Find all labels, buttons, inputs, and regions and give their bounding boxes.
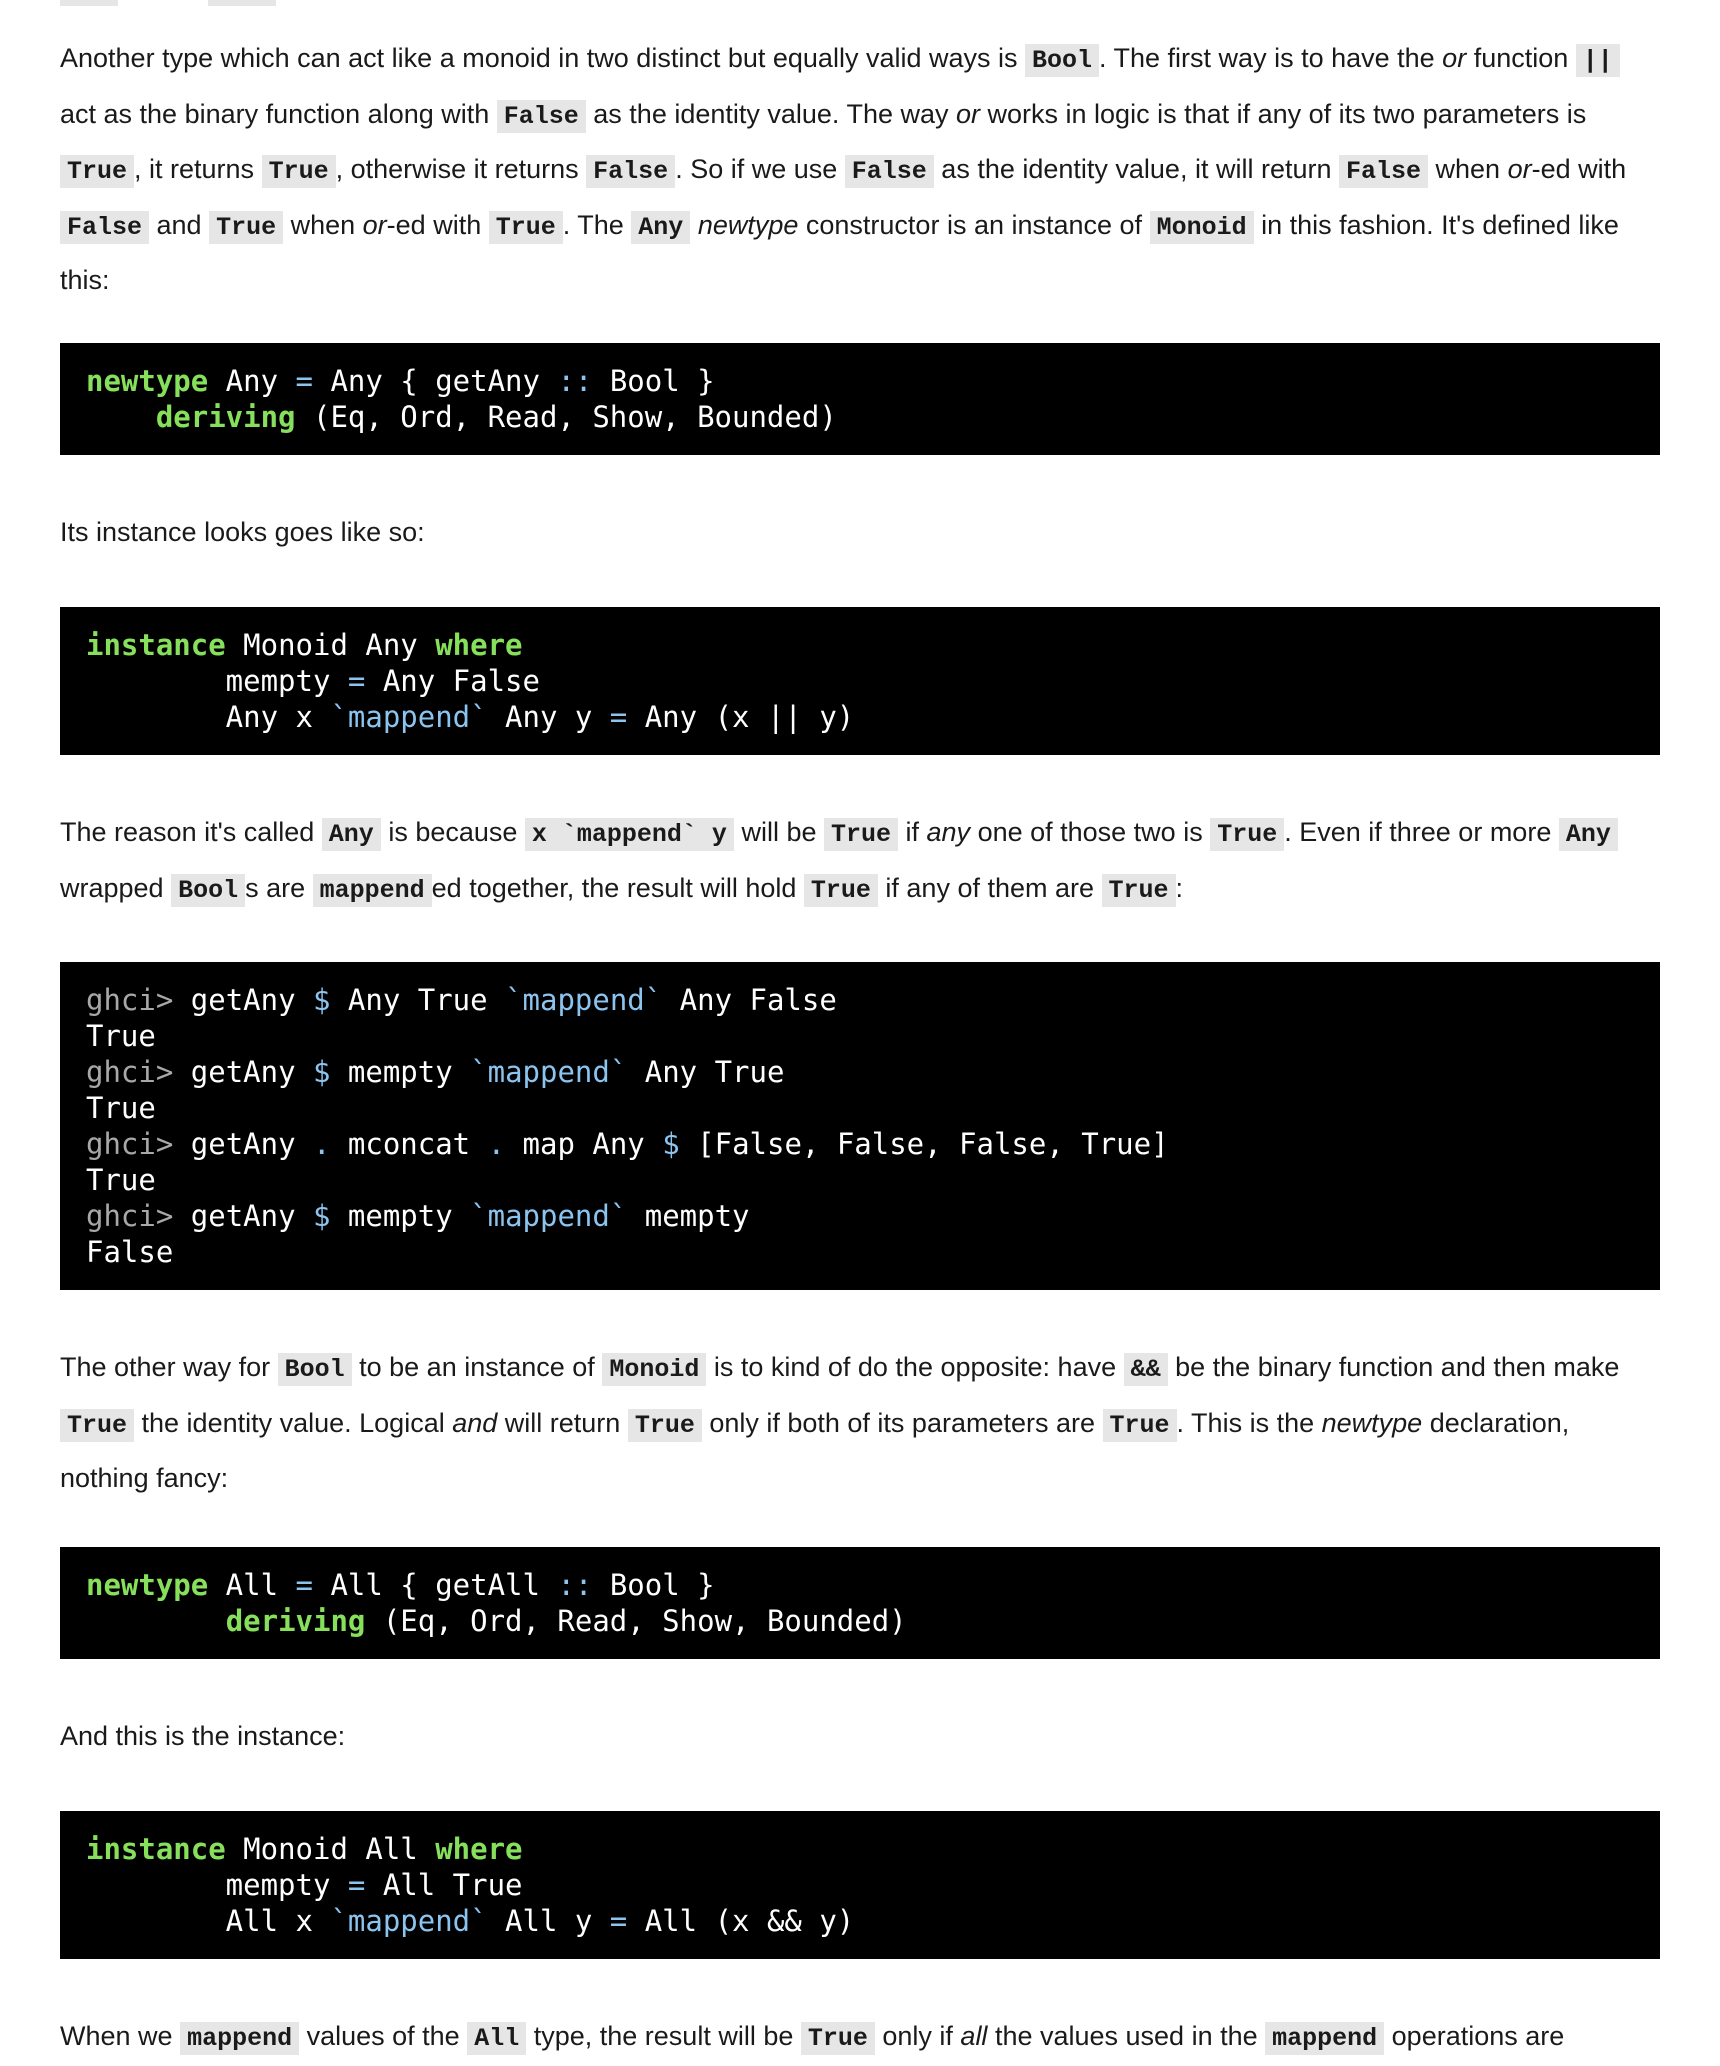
code-block-all-newtype: newtype All = All { getAll :: Bool } der… xyxy=(60,1547,1660,1659)
inline-code: || xyxy=(1575,44,1620,77)
paragraph-all-instance-intro: And this is the instance: xyxy=(60,1721,346,1751)
paragraph-bool-or-monoid: Another type which can act like a monoid… xyxy=(60,43,1627,295)
inline-code: Bool xyxy=(171,873,246,907)
inline-code: mappend xyxy=(312,873,432,907)
inline-code: False xyxy=(60,210,150,244)
inline-code: Bool xyxy=(277,1353,352,1386)
paragraph-all-explanation: When we mappend values of the All type, … xyxy=(60,2021,1565,2055)
inline-code: True xyxy=(803,873,878,907)
inline-code: True xyxy=(60,1408,135,1442)
inline-code: Monoid xyxy=(1149,210,1254,244)
clipped-inline-code-top xyxy=(60,0,366,6)
paragraph-any-explanation: The reason it's called Any is because x … xyxy=(60,806,1660,917)
inline-code: x `mappend` y xyxy=(524,818,734,851)
inline-code: Any xyxy=(321,818,381,851)
inline-code: False xyxy=(1338,155,1428,188)
inline-code: True xyxy=(1102,1408,1177,1442)
inline-code: && xyxy=(1123,1353,1168,1386)
inline-code: True xyxy=(1210,818,1285,851)
inline-code: Monoid xyxy=(602,1353,707,1386)
code-block-any-instance: instance Monoid Any where mempty = Any F… xyxy=(60,607,1660,755)
inline-code: True xyxy=(209,210,284,244)
code-block-all-instance: instance Monoid All where mempty = All T… xyxy=(60,1811,1660,1959)
inline-code: True xyxy=(823,818,898,851)
inline-code: All xyxy=(467,2022,527,2055)
inline-code: mappend xyxy=(1265,2022,1385,2055)
paragraph-bool-and-monoid: The other way for Bool to be an instance… xyxy=(60,1352,1620,1493)
inline-code: Bool xyxy=(1025,44,1100,77)
inline-code: Any xyxy=(1558,818,1618,851)
inline-code: mappend xyxy=(180,2022,300,2055)
inline-code: True xyxy=(1101,873,1176,907)
inline-code: True xyxy=(60,155,135,188)
inline-code: False xyxy=(844,155,934,188)
inline-code: False xyxy=(586,155,676,188)
inline-code: Any xyxy=(631,210,691,244)
inline-code: True xyxy=(261,155,336,188)
inline-code: False xyxy=(496,99,586,133)
inline-code: True xyxy=(627,1408,702,1442)
paragraph-instance-intro: Its instance looks goes like so: xyxy=(60,517,425,547)
inline-code: True xyxy=(800,2022,875,2055)
code-block-any-newtype: newtype Any = Any { getAny :: Bool } der… xyxy=(60,343,1660,455)
inline-code: True xyxy=(488,210,563,244)
code-block-ghci-any: ghci> getAny $ Any True `mappend` Any Fa… xyxy=(60,962,1660,1290)
